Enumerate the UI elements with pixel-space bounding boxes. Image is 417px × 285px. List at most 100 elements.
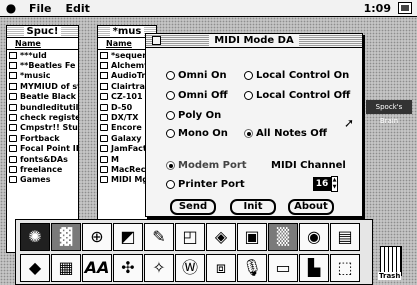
folder-icon [9,176,17,184]
folder-icon [100,165,108,173]
folder-icon [9,93,17,101]
menu-file[interactable]: File [22,2,59,15]
application-menu-icon[interactable] [398,2,412,14]
menubar-clock: 1:09 [363,2,391,15]
midi-channel-stepper[interactable]: ▲ ▼ [331,176,338,192]
folder-icon [100,124,108,132]
document-icon [100,82,108,90]
palette-tile-eye-icon[interactable]: ◉ [299,223,329,251]
palette-tile-folder-icon[interactable]: ◰ [175,223,205,251]
menu-edit[interactable]: Edit [59,2,97,15]
folder-icon [100,145,108,153]
palette-tile-w-icon[interactable]: Ⓦ [175,254,205,282]
close-box-icon[interactable] [152,36,161,45]
folder-icon [9,155,17,163]
omni-off-radio[interactable]: Omni Off [166,90,228,101]
send-button[interactable]: Send [170,199,216,215]
folder-icon [9,145,17,153]
palette-tile-grid-icon[interactable]: ▦ [51,254,81,282]
list-item[interactable]: Focal Point II [7,144,78,154]
list-item[interactable]: check register [7,112,78,122]
palette-tile-logo-icon[interactable]: AA [82,254,112,282]
modem-port-radio[interactable]: Modem Port [166,160,247,171]
down-arrow-icon: ▼ [332,184,337,190]
document-icon [100,72,108,80]
radio-selected-icon [244,129,253,138]
list-item[interactable]: fonts&DAs [7,154,78,164]
up-arrow-icon: ▲ [332,177,337,183]
local-control-off-radio[interactable]: Local Control Off [244,90,350,101]
folder-icon [100,114,108,122]
icon-palette: ✺ ▓ ⊕ ◩ ✎ ◰ ◈ ▣ ▒ ◉ ▤ ◆ ▦ AA ✣ ✧ Ⓦ ⧈ 🎙 ▭… [15,219,373,285]
dialog-title: MIDI Mode DA [209,35,299,46]
document-icon [9,51,17,59]
palette-tile-window-icon[interactable]: ▭ [268,254,298,282]
palette-tile-microphone-icon[interactable]: 🎙 [237,254,267,282]
mono-on-radio[interactable]: Mono On [166,128,228,139]
menubar: ● File Edit 1:09 [0,0,417,17]
document-icon [100,51,108,59]
folder-icon [9,114,17,122]
palette-tile-diamond2-icon[interactable]: ◆ [20,254,50,282]
midi-channel-field[interactable]: 16 [313,177,331,191]
list-item[interactable]: Fortback [7,133,78,143]
folder-icon [9,124,17,132]
list-item[interactable]: MYMIUD of st [7,81,78,91]
all-notes-off-radio[interactable]: All Notes Off [244,128,327,139]
window-title: *mus [109,26,145,37]
document-icon [9,82,17,90]
palette-tile-disk-icon[interactable]: ▣ [237,223,267,251]
radio-icon [166,180,175,189]
list-item[interactable]: Cmpstr!! Stuf [7,123,78,133]
radio-icon [244,71,253,80]
palette-tile-cube-icon[interactable]: ⬚ [330,254,360,282]
list-item[interactable]: freelance [7,164,78,174]
palette-tile-cards-icon[interactable]: ◩ [113,223,143,251]
list-item[interactable]: Games [7,175,78,185]
window-title: Spuc! [23,26,62,37]
local-control-on-radio[interactable]: Local Control On [244,70,349,81]
mouse-pointer-icon: ➚ [344,116,355,130]
palette-tile-diamond-icon[interactable]: ◈ [206,223,236,251]
window-title-bar[interactable]: Spuc! [7,26,78,38]
palette-tile-box-icon[interactable]: ⧈ [206,254,236,282]
about-button[interactable]: About [288,199,334,215]
list-item[interactable]: ***uld [7,50,78,60]
palette-tile-book-icon[interactable]: ▤ [330,223,360,251]
omni-on-radio[interactable]: Omni On [166,70,227,81]
folder-icon [100,134,108,142]
list-item[interactable]: bundleditutil [7,102,78,112]
radio-icon [244,91,253,100]
palette-tile-texture-icon[interactable]: ▒ [268,223,298,251]
desktop-window-strip[interactable]: Spock's Brain [366,100,412,125]
radio-icon [166,91,175,100]
init-button[interactable]: Init [230,199,276,215]
list-item[interactable]: Beatle Black [7,92,78,102]
radio-selected-icon [166,161,175,170]
printer-port-radio[interactable]: Printer Port [166,179,245,190]
document-icon [9,62,17,70]
document-icon [100,62,108,70]
palette-tile-crosshair-icon[interactable]: ⊕ [82,223,112,251]
folder-icon [100,155,108,163]
palette-tile-arrows-icon[interactable]: ✣ [113,254,143,282]
palette-tile-star-icon[interactable]: ✧ [144,254,174,282]
dialog-title-bar[interactable]: MIDI Mode DA [146,34,362,48]
palette-tile-palette-icon[interactable]: ✎ [144,223,174,251]
palette-tile-splash-icon[interactable]: ✺ [20,223,50,251]
file-list: ***uld **Beatles Fe *music MYMIUD of st … [7,50,78,185]
document-icon [9,72,17,80]
palette-tile-gradient-icon[interactable]: ▓ [51,223,81,251]
apple-menu-icon[interactable]: ● [0,1,22,15]
folder-icon [9,134,17,142]
list-item[interactable]: **Beatles Fe [7,60,78,70]
folder-icon [100,93,108,101]
column-header-name[interactable]: Name [7,38,78,50]
poly-on-radio[interactable]: Poly On [166,110,221,121]
folder-icon [9,165,17,173]
folder-icon [100,176,108,184]
list-item[interactable]: *music [7,71,78,81]
midi-channel-label: MIDI Channel [271,160,346,171]
folder-icon [100,103,108,111]
palette-tile-chart-icon[interactable]: ▙ [299,254,329,282]
